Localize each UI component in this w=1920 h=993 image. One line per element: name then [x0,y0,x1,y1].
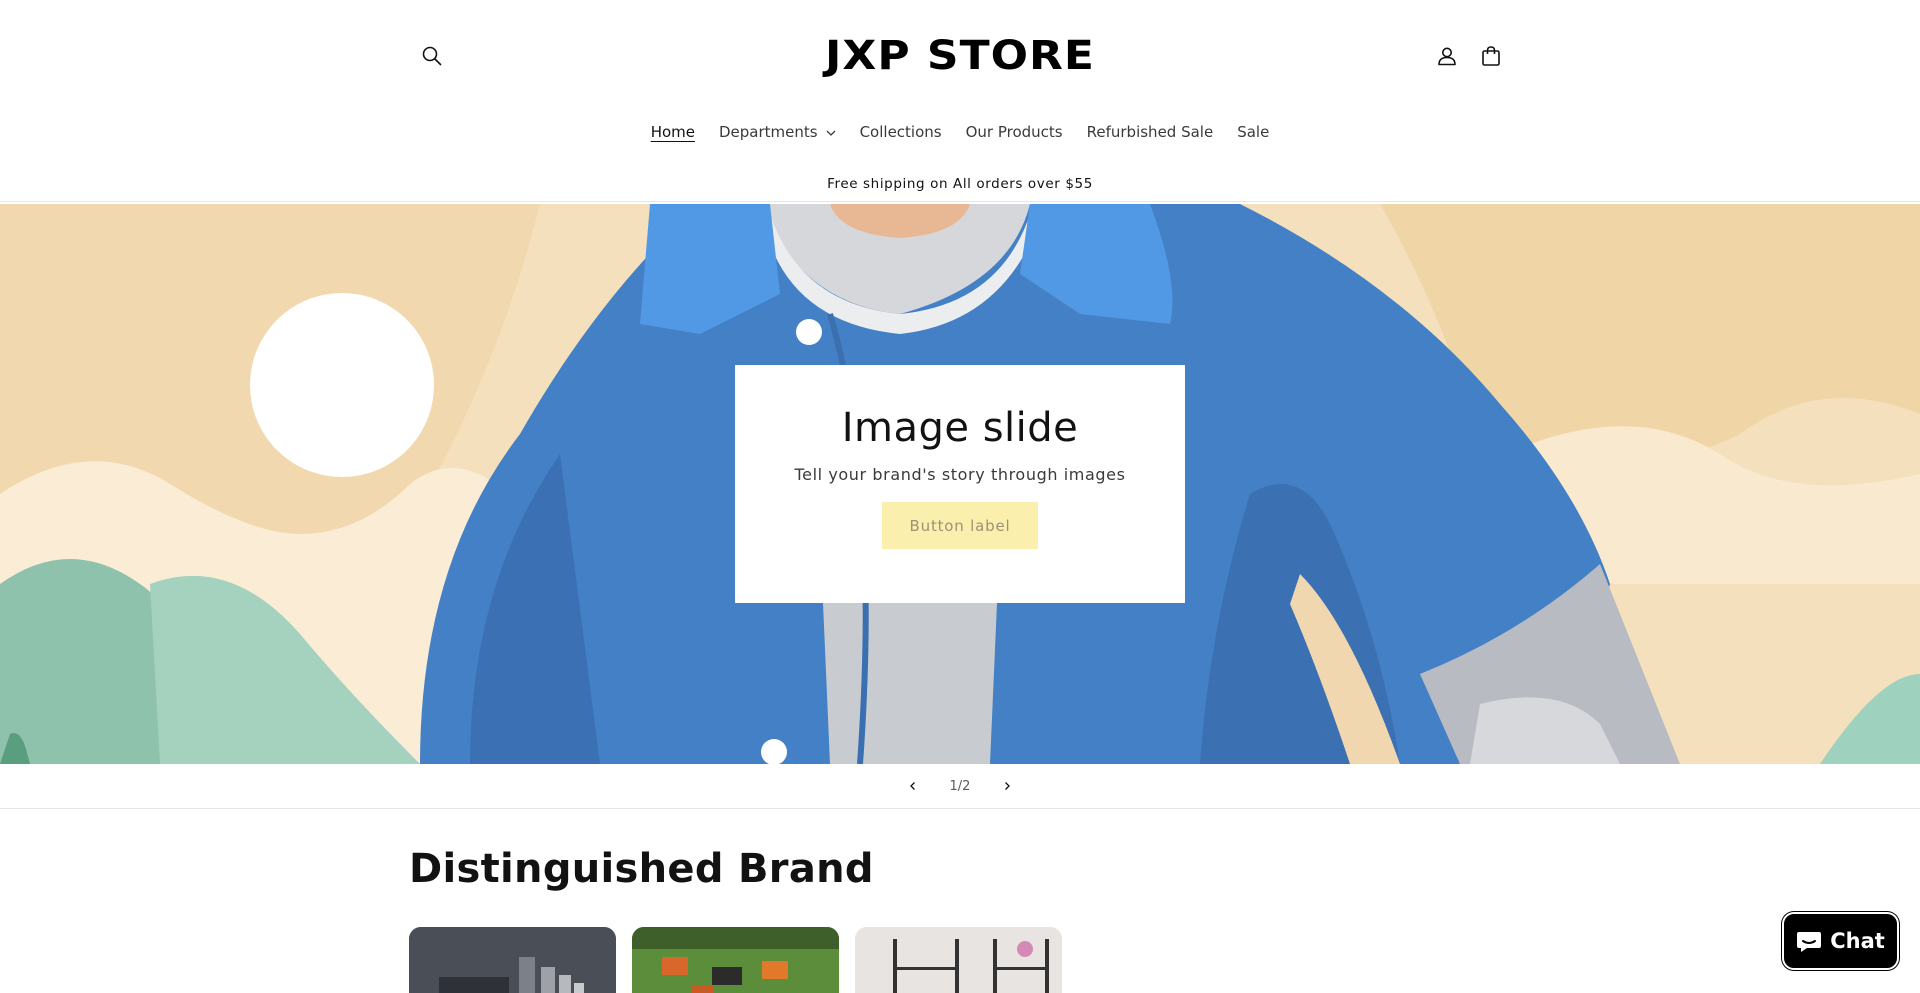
chat-label: Chat [1830,929,1885,953]
site-header: JXP STORE [0,0,1920,100]
brand-card[interactable] [632,927,839,993]
store-logo[interactable]: JXP STORE [825,30,1094,80]
slide-counter: 1/2 [949,778,971,794]
hero-slideshow: Image slide Tell your brand's story thro… [0,204,1920,764]
chat-bubble-icon [1797,932,1822,952]
brand-card[interactable] [409,927,616,993]
chat-button[interactable]: Chat [1782,912,1899,970]
hero-subtitle: Tell your brand's story through images [794,465,1126,484]
nav-label: Sale [1237,123,1270,141]
nav-label: Refurbished Sale [1086,123,1214,141]
card-image [632,927,839,993]
nav-label: Collections [859,123,942,141]
nav-label: Our Products [965,123,1063,141]
hero-cta-button[interactable]: Button label [882,502,1038,549]
brand-card-list [409,927,1062,993]
hero-title: Image slide [841,405,1079,451]
main-navigation: Home Departments Collections Our Product… [0,118,1920,146]
cart-button[interactable] [1477,42,1505,70]
nav-item-sale[interactable]: Sale [1225,123,1281,141]
nav-item-departments[interactable]: Departments [707,123,848,141]
chevron-left-icon [909,782,915,790]
cart-icon [1482,46,1500,66]
search-icon [422,46,442,66]
nav-label: Departments [718,123,818,141]
nav-item-home[interactable]: Home [639,123,707,141]
hero-content-card: Image slide Tell your brand's story thro… [735,365,1185,603]
section-title: Distinguished Brand [409,846,874,892]
nav-item-refurbished-sale[interactable]: Refurbished Sale [1075,123,1226,141]
account-icon [1438,47,1456,66]
chevron-right-icon [1005,782,1011,790]
slide-next-button[interactable] [992,771,1022,801]
search-button[interactable] [418,42,446,70]
chevron-down-icon [826,128,836,139]
announcement-bar: Free shipping on All orders over $55 [0,166,1920,202]
brand-card[interactable] [855,927,1062,993]
slider-controls: 1/2 [0,764,1920,809]
logo-text: JXP STORE [825,31,1095,79]
nav-item-our-products[interactable]: Our Products [954,123,1075,141]
account-button[interactable] [1433,42,1461,70]
card-image [855,927,1062,993]
nav-item-collections[interactable]: Collections [848,123,954,141]
slide-prev-button[interactable] [898,771,928,801]
announcement-text: Free shipping on All orders over $55 [827,175,1093,192]
nav-label: Home [650,123,695,141]
card-image [409,927,616,993]
